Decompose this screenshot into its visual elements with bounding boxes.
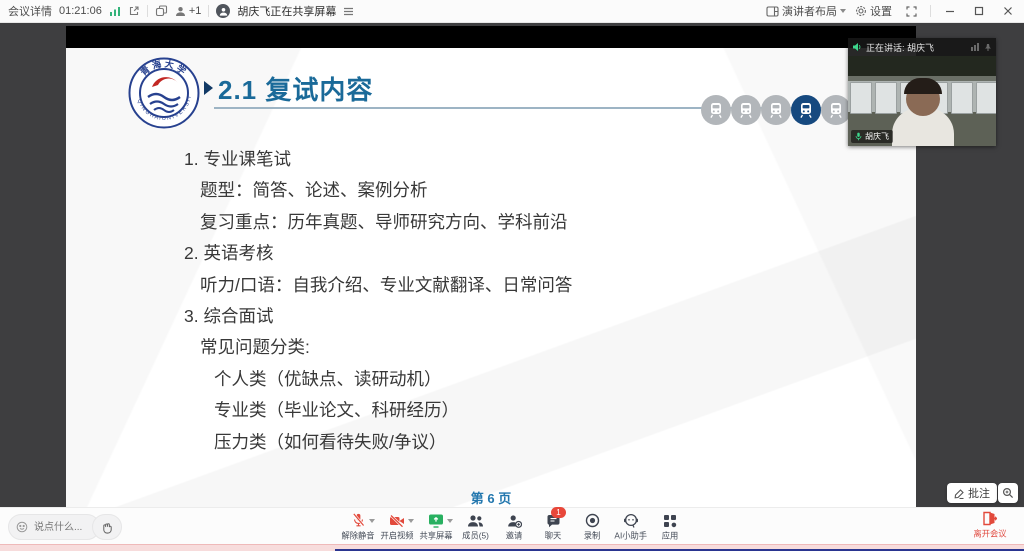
apps-grid-icon xyxy=(663,514,677,528)
presentation-top-black-bar xyxy=(66,26,916,48)
participants-indicator[interactable]: +1 xyxy=(175,5,202,17)
chat-input[interactable] xyxy=(32,521,88,534)
slide-line: 1. 专业课笔试 xyxy=(184,144,572,175)
slide-line: 3. 综合面试 xyxy=(184,301,572,332)
popout-icon[interactable] xyxy=(128,5,140,17)
leave-meeting-icon xyxy=(982,511,997,526)
layout-button-label: 演讲者布局 xyxy=(782,3,837,19)
train-progress-icons xyxy=(701,95,851,125)
chevron-down-icon[interactable] xyxy=(408,519,414,523)
video-feed: 胡庆飞 xyxy=(848,56,996,146)
shared-slide: 青 海 大 学 Q I N G H A I U N I V E R S I T … xyxy=(66,48,916,507)
unmute-button[interactable]: 解除静音 xyxy=(339,511,377,542)
speaker-name: 胡庆飞 xyxy=(865,131,889,142)
share-screen-icon xyxy=(428,513,444,528)
qinghai-university-logo: 青 海 大 学 Q I N G H A I U N I V E R S I T … xyxy=(128,57,200,129)
slide-line: 压力类（如何看待失败/争议） xyxy=(184,427,572,458)
fullscreen-button[interactable] xyxy=(901,2,921,20)
chevron-down-icon[interactable] xyxy=(369,519,375,523)
slide-line: 听力/口语：自我介绍、专业文献翻译、日常问答 xyxy=(184,270,572,301)
participants-count: +1 xyxy=(189,5,202,17)
video-signal-icon xyxy=(971,43,980,51)
record-button[interactable]: 录制 xyxy=(573,511,611,542)
train-icon xyxy=(821,95,851,125)
annotate-label: 批注 xyxy=(968,485,990,501)
network-signal-icon[interactable] xyxy=(109,6,121,17)
meeting-control-bar: 解除静音 开启视频 共享屏幕 成员(5) 邀请 xyxy=(0,507,1024,544)
meeting-top-bar: 会议详情 01:21:06 +1 胡庆飞正在共享屏幕 演讲者布局 xyxy=(0,0,1024,23)
unmute-label: 解除静音 xyxy=(341,530,374,542)
chevron-down-icon xyxy=(840,9,846,13)
smiley-icon xyxy=(16,521,28,533)
invite-icon xyxy=(507,514,522,528)
magnifier-icon xyxy=(1002,487,1014,499)
quick-chat-pill[interactable] xyxy=(8,514,100,540)
start-video-label: 开启视频 xyxy=(380,530,413,542)
share-screen-label: 共享屏幕 xyxy=(419,530,452,542)
meeting-details-button[interactable]: 会议详情 xyxy=(8,3,52,19)
ai-assistant-label: AI小助手 xyxy=(615,530,648,542)
video-header: 正在讲话: 胡庆飞 xyxy=(848,38,996,56)
close-button[interactable] xyxy=(998,2,1018,20)
speaking-label: 正在讲话: 胡庆飞 xyxy=(866,41,934,54)
minimize-button[interactable] xyxy=(940,2,960,20)
settings-button[interactable]: 设置 xyxy=(855,3,892,19)
speaker-video-overlay[interactable]: 正在讲话: 胡庆飞 胡庆飞 xyxy=(848,38,996,146)
title-chevron-icon xyxy=(204,81,213,95)
train-icon xyxy=(731,95,761,125)
slide-title: 2.1 复试内容 xyxy=(218,70,373,107)
layout-switch-button[interactable]: 演讲者布局 xyxy=(766,3,846,19)
train-icon-active xyxy=(791,95,821,125)
apps-label: 应用 xyxy=(662,530,679,542)
sharing-status-text: 胡庆飞正在共享屏幕 xyxy=(237,3,336,19)
pen-icon xyxy=(954,488,965,499)
video-name-tag: 胡庆飞 xyxy=(851,130,893,143)
slide-line: 2. 英语考核 xyxy=(184,238,572,269)
start-video-button[interactable]: 开启视频 xyxy=(378,511,416,542)
slide-line: 专业类（毕业论文、科研经历） xyxy=(184,395,572,426)
chat-button[interactable]: 1 聊天 xyxy=(534,511,572,542)
slide-body: 1. 专业课笔试 题型：简答、论述、案例分析 复习重点：历年真题、导师研究方向、… xyxy=(184,144,572,458)
record-label: 录制 xyxy=(584,530,601,542)
members-icon xyxy=(467,514,484,528)
chat-label: 聊天 xyxy=(545,530,562,542)
reaction-button[interactable] xyxy=(92,514,122,540)
leave-meeting-label: 离开会议 xyxy=(973,528,1006,540)
video-pin-icon[interactable] xyxy=(984,43,992,51)
camera-off-icon xyxy=(389,514,405,528)
settings-label: 设置 xyxy=(870,3,892,19)
windows-switch-icon[interactable] xyxy=(155,5,168,17)
sharer-avatar xyxy=(216,4,230,18)
members-button[interactable]: 成员(5) xyxy=(456,511,494,542)
ai-assistant-button[interactable]: AI小助手 xyxy=(612,511,650,542)
mic-icon xyxy=(855,132,862,141)
chevron-down-icon[interactable] xyxy=(447,519,453,523)
control-tools: 解除静音 开启视频 共享屏幕 成员(5) 邀请 xyxy=(339,511,690,542)
members-label: 成员(5) xyxy=(462,530,489,542)
slide-line: 复习重点：历年真题、导师研究方向、学科前沿 xyxy=(184,207,572,238)
magnifier-button[interactable] xyxy=(998,483,1018,503)
share-screen-button[interactable]: 共享屏幕 xyxy=(417,511,455,542)
chat-unread-badge: 1 xyxy=(551,507,566,518)
speaker-volume-icon xyxy=(852,42,862,52)
invite-button[interactable]: 邀请 xyxy=(495,511,533,542)
mic-muted-icon xyxy=(351,512,366,528)
maximize-button[interactable] xyxy=(969,2,989,20)
train-icon xyxy=(701,95,731,125)
annotate-button[interactable]: 批注 xyxy=(947,483,997,503)
share-menu-icon[interactable] xyxy=(343,7,354,16)
invite-label: 邀请 xyxy=(506,530,523,542)
fist-reaction-icon xyxy=(101,521,114,534)
slide-line: 题型：简答、论述、案例分析 xyxy=(184,175,572,206)
meeting-timer: 01:21:06 xyxy=(59,5,102,17)
slide-line: 常见问题分类: xyxy=(184,332,572,363)
apps-button[interactable]: 应用 xyxy=(651,511,689,542)
ai-assistant-icon xyxy=(623,513,639,528)
record-icon xyxy=(585,513,600,528)
train-icon xyxy=(761,95,791,125)
slide-line: 个人类（优缺点、读研动机） xyxy=(184,364,572,395)
leave-meeting-button[interactable]: 离开会议 xyxy=(972,511,1008,540)
slide-page-number: 第 6 页 xyxy=(66,488,916,507)
